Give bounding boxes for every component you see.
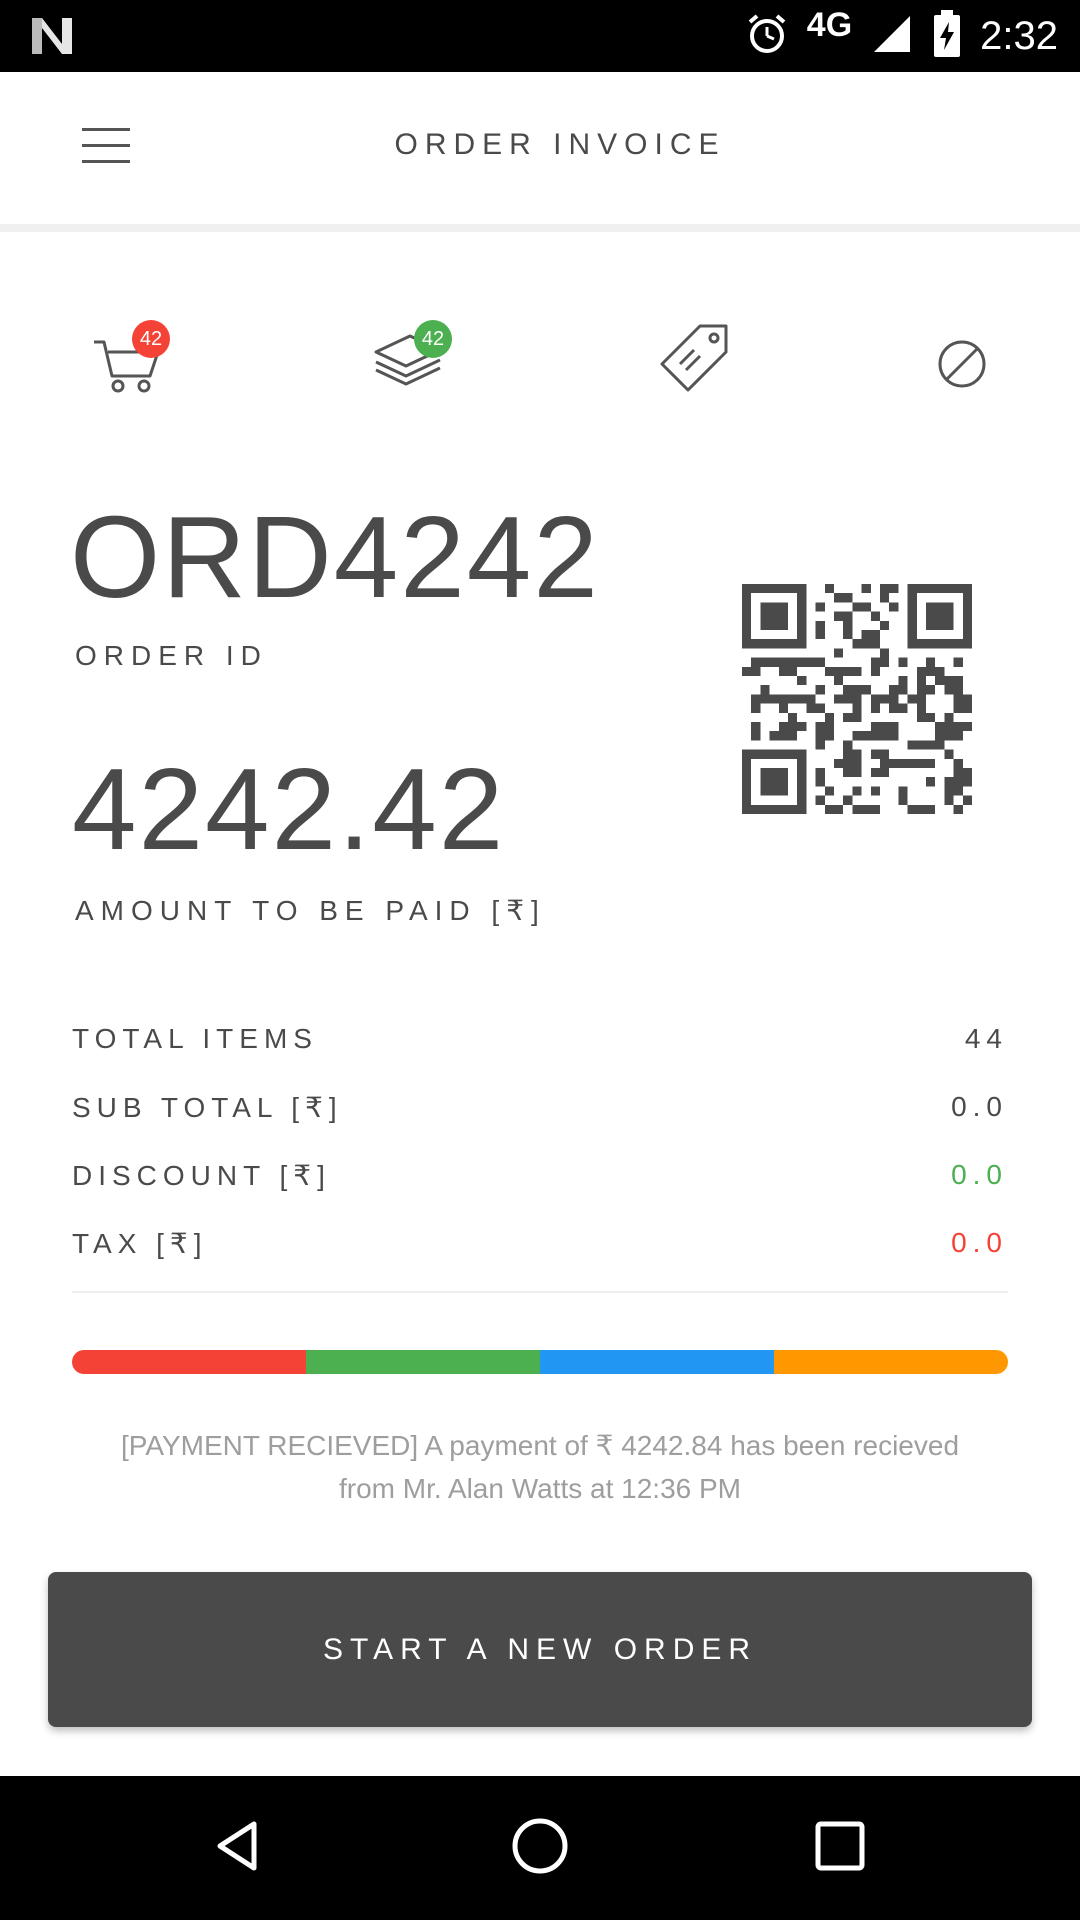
summary-value: 0.0 [951, 1227, 1008, 1258]
summary-label: TAX [₹] [72, 1227, 208, 1259]
summary-row: DISCOUNT [₹] 0.0 [72, 1141, 1008, 1209]
payment-message: [PAYMENT RECIEVED] A payment of ₹ 4242.8… [120, 1430, 960, 1504]
order-id-value: ORD4242 [70, 492, 600, 622]
qr-code [742, 584, 972, 814]
summary-row: SUB TOTAL [₹] 0.0 [72, 1073, 1008, 1141]
cart-count-badge: 42 [132, 320, 170, 358]
action-icon-row: 42 42 [0, 310, 1080, 400]
recents-square-icon [810, 1816, 870, 1881]
back-triangle-icon [210, 1816, 270, 1881]
tag-button[interactable] [652, 310, 742, 400]
battery-charging-icon [932, 9, 962, 63]
status-bar: 4G 2:32 [0, 0, 1080, 72]
summary-row: TAX [₹] 0.0 [72, 1209, 1008, 1277]
cart-button[interactable]: 42 [88, 310, 178, 400]
summary-row: TOTAL ITEMS 44 [72, 1005, 1008, 1073]
color-segment [774, 1350, 1008, 1374]
navigation-bar [0, 1776, 1080, 1920]
color-segment [306, 1350, 540, 1374]
divider [72, 1291, 1008, 1293]
color-segment [72, 1350, 306, 1374]
signal-icon [870, 12, 914, 61]
summary-label: SUB TOTAL [₹] [72, 1091, 343, 1123]
cancel-button[interactable] [918, 310, 1008, 400]
layers-count-badge: 42 [414, 320, 452, 358]
notification-n-icon [28, 14, 76, 63]
summary-label: DISCOUNT [₹] [72, 1159, 331, 1191]
color-segment [540, 1350, 774, 1374]
amount-value: 4242.42 [72, 744, 506, 874]
summary-value: 0.0 [951, 1091, 1008, 1122]
layers-button[interactable]: 42 [370, 310, 460, 400]
order-summary: TOTAL ITEMS 44 SUB TOTAL [₹] 0.0 DISCOUNT [₹… [72, 1005, 1008, 1293]
summary-value: 0.0 [951, 1159, 1008, 1190]
alarm-icon [745, 12, 789, 61]
network-type: 4G [806, 5, 853, 44]
home-circle-icon [510, 1816, 570, 1881]
summary-label: TOTAL ITEMS [72, 1023, 318, 1054]
home-button[interactable] [460, 1776, 620, 1920]
start-new-order-button[interactable]: START A NEW ORDER [48, 1572, 1032, 1727]
page-title: ORDER INVOICE [394, 128, 726, 161]
clock: 2:32 [980, 13, 1058, 58]
back-button[interactable] [160, 1776, 320, 1920]
amount-label: AMOUNT TO BE PAID [₹] [75, 895, 546, 926]
status-color-bar [72, 1350, 1008, 1374]
recents-button[interactable] [760, 1776, 920, 1920]
order-id-label: ORDER ID [75, 640, 268, 671]
app-bar: ORDER INVOICE [0, 72, 1080, 232]
summary-value: 44 [964, 1023, 1008, 1054]
